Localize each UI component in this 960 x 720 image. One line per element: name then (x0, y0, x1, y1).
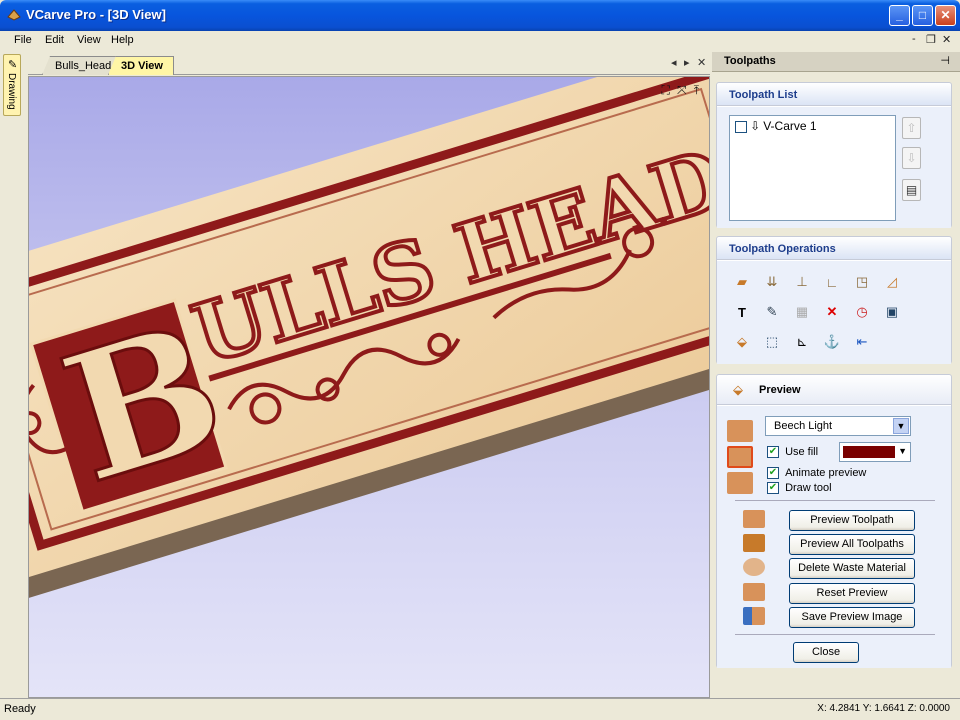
use-fill-checkbox[interactable]: ✔ (767, 446, 779, 459)
menu-help[interactable]: Help (111, 34, 134, 46)
preview-fit-icon[interactable]: ⬚ (761, 331, 783, 353)
fit-view-icon[interactable]: ⛶ (662, 83, 670, 98)
move-down-button[interactable]: ⇩ (902, 147, 921, 169)
move-up-button[interactable]: ⇧ (902, 117, 921, 139)
save-preview-image-button[interactable]: Save Preview Image (789, 607, 915, 628)
use-fill-row: ✔ Use fill (767, 446, 819, 459)
fill-swatch-icon (727, 446, 753, 468)
toolpath-operations-section: Toolpath Operations ▰ ⇊ ⊥ ∟ ◳ ◿ T ✎ ▦ ✕ … (716, 236, 952, 364)
fill-color-picker[interactable]: ▼ (839, 442, 911, 462)
quick-engrave-icon[interactable]: ◳ (851, 271, 873, 293)
tab-next-icon[interactable]: ▸ (684, 56, 690, 69)
delete-waste-icon (743, 558, 765, 576)
maximize-button[interactable]: □ (912, 5, 933, 26)
material-setup-icon[interactable]: ▰ (731, 271, 753, 293)
toolpath-list-section: Toolpath List ⇩ V-Carve 1 ⇧ ⇩ ▤ (716, 82, 952, 228)
chevron-down-icon[interactable]: ▼ (893, 418, 909, 434)
close-button[interactable]: ✕ (935, 5, 956, 26)
status-text: Ready (4, 703, 36, 715)
profile-toolpath-icon[interactable]: ⊥ (791, 271, 813, 293)
preview-divider (735, 500, 935, 501)
toolpaths-panel: Toolpaths ⊣ Toolpath List ⇩ V-Carve 1 ⇧ … (712, 52, 960, 698)
close-preview-button[interactable]: Close (793, 642, 859, 663)
reset-preview-icon (743, 583, 765, 601)
drawing-tab-label: Drawing (6, 73, 17, 110)
menu-bar: File Edit View Help - ❐ ✕ (0, 31, 960, 51)
list-item[interactable]: ⇩ V-Carve 1 (735, 119, 817, 135)
import-toolpath-icon[interactable]: ⇤ (851, 331, 873, 353)
draw-tool-label: Draw tool (785, 482, 832, 494)
3d-view-canvas[interactable]: B ULLS HEAD ⛶ ⤧ ⤒ (28, 76, 710, 698)
draw-tool-checkbox[interactable]: ✔ (767, 482, 779, 495)
merge-toolpaths-icon[interactable]: ▦ (791, 301, 813, 323)
toolpath-visible-checkbox[interactable] (735, 121, 747, 134)
mdi-close-button[interactable]: ✕ (942, 33, 951, 46)
iso-view-icon[interactable]: ⤧ (677, 83, 687, 98)
tool-database-icon[interactable]: ⬙ (731, 331, 753, 353)
delete-toolpath-icon[interactable]: ✕ (821, 301, 843, 323)
title-bar: VCarve Pro - [3D View] _ □ ✕ (0, 0, 960, 31)
tab-close-icon[interactable]: ✕ (697, 56, 706, 69)
delete-waste-material-button[interactable]: Delete Waste Material (789, 558, 915, 579)
save-toolpath-icon[interactable]: ▣ (881, 301, 903, 323)
anchor-icon[interactable]: ⚓ (821, 331, 843, 353)
preview-section: ⬙ Preview Beech Light ▼ ✔ Use fill ▼ ✔ A… (716, 374, 952, 668)
toolpath-list-title: Toolpath List (729, 89, 798, 101)
animate-preview-checkbox[interactable]: ✔ (767, 467, 779, 480)
fluting-toolpath-icon[interactable]: ◿ (881, 271, 903, 293)
cursor-coordinates: X: 4.2841 Y: 1.6641 Z: 0.0000 (817, 703, 950, 714)
use-fill-label: Use fill (785, 446, 819, 458)
preview-icon: ⬙ (733, 382, 743, 397)
vcarve-app-icon[interactable] (6, 7, 22, 23)
document-tabs: Bulls_Head 3D View ◂ ▸ ✕ (28, 54, 710, 75)
minimize-button[interactable]: _ (889, 5, 910, 26)
preview-title: Preview (759, 384, 801, 396)
animate-preview-label: Animate preview (785, 467, 867, 479)
pocket-toolpath-icon[interactable]: ∟ (821, 271, 843, 293)
pen-icon: ✎ (8, 59, 18, 71)
color-chevron-icon[interactable]: ▼ (898, 446, 907, 456)
toolpath-name: V-Carve 1 (763, 119, 817, 133)
tool-swatch-icon (727, 472, 753, 494)
carved-sign-render: B ULLS HEAD (29, 77, 709, 602)
animate-preview-row: ✔ Animate preview (767, 467, 867, 480)
status-bar: Ready X: 4.2841 Y: 1.6641 Z: 0.0000 (0, 698, 960, 720)
preview-all-toolpaths-button[interactable]: Preview All Toolpaths (789, 534, 915, 555)
toolpath-timer-icon[interactable]: ◷ (851, 301, 873, 323)
material-selected-value: Beech Light (774, 420, 833, 432)
text-engrave-icon[interactable]: T (731, 301, 753, 323)
tab-prev-icon[interactable]: ◂ (671, 56, 677, 69)
toolpath-operations-title: Toolpath Operations (729, 243, 836, 255)
drill-toolpath-icon[interactable]: ⇊ (761, 271, 783, 293)
window-title: VCarve Pro - [3D View] (26, 7, 166, 22)
drawing-side-tab[interactable]: ✎ Drawing (3, 54, 21, 116)
menu-view[interactable]: View (77, 34, 101, 46)
draw-tool-row: ✔ Draw tool (767, 482, 832, 495)
reset-preview-button[interactable]: Reset Preview (789, 583, 915, 604)
edit-toolpath-icon[interactable]: ✎ (761, 301, 783, 323)
toolpaths-panel-header: Toolpaths ⊣ (712, 52, 960, 72)
preview-toolpath-button[interactable]: Preview Toolpath (789, 510, 915, 531)
top-view-icon[interactable]: ⤒ (694, 83, 699, 98)
mdi-minimize-button[interactable]: - (912, 33, 916, 45)
close-divider (735, 634, 935, 635)
menu-file[interactable]: File (14, 34, 32, 46)
toolpath-summary-button[interactable]: ▤ (902, 179, 921, 201)
material-dropdown[interactable]: Beech Light ▼ (765, 416, 911, 436)
view-toolbar: ⛶ ⤧ ⤒ (658, 83, 699, 98)
fill-color-swatch (843, 446, 895, 458)
pin-icon[interactable]: ⊣ (940, 54, 950, 67)
preview-all-icon (743, 534, 765, 552)
panel-title: Toolpaths (724, 55, 776, 67)
axis-origin-icon[interactable]: ⊾ (791, 331, 813, 353)
preview-toolpath-icon (743, 510, 765, 528)
tab-3d-view[interactable]: 3D View (108, 56, 174, 75)
vcarve-tool-icon: ⇩ (750, 119, 761, 133)
toolpath-list[interactable]: ⇩ V-Carve 1 (729, 115, 896, 221)
mdi-restore-button[interactable]: ❐ (926, 33, 936, 46)
save-preview-icon (743, 607, 765, 625)
menu-edit[interactable]: Edit (45, 34, 64, 46)
material-swatch-icon (727, 420, 753, 442)
